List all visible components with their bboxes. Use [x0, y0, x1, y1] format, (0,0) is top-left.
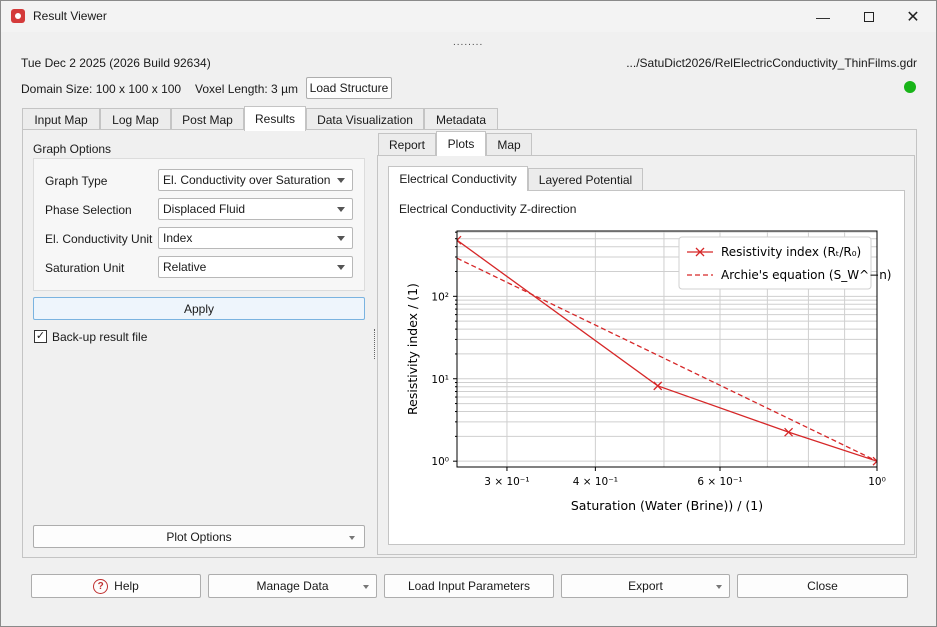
x-axis-label: Saturation (Water (Brine)) / (1) — [571, 498, 763, 513]
export-button[interactable]: Export — [561, 574, 730, 598]
tab-plots[interactable]: Plots — [436, 131, 486, 156]
backup-checkbox[interactable]: ✓ — [34, 330, 47, 343]
tab-metadata[interactable]: Metadata — [424, 108, 498, 130]
window-title: Result Viewer — [33, 9, 107, 23]
minimize-icon: — — [816, 8, 830, 25]
tab-map[interactable]: Map — [486, 133, 532, 155]
status-indicator — [904, 81, 916, 93]
tab-results[interactable]: Results — [244, 106, 306, 131]
x-tick-label: 6 × 10⁻¹ — [697, 476, 742, 488]
chevron-down-icon — [337, 207, 345, 212]
tab-data-visualization[interactable]: Data Visualization — [306, 108, 424, 130]
maximize-button[interactable] — [846, 1, 892, 32]
voxel-length: Voxel Length: 3 µm — [195, 82, 298, 96]
chevron-down-icon — [349, 536, 355, 540]
tab-electrical-conductivity[interactable]: Electrical Conductivity — [388, 166, 528, 191]
phase-selection-label: Phase Selection — [45, 203, 132, 217]
plot-options-label: Plot Options — [166, 529, 232, 544]
legend-label-1: Archie's equation (S_W^−n) — [721, 268, 891, 282]
load-input-parameters-button[interactable]: Load Input Parameters — [384, 574, 554, 598]
app-logo-icon — [11, 9, 25, 23]
x-tick-label: 10⁰ — [868, 476, 886, 488]
help-label: Help — [114, 579, 139, 593]
saturation-unit-select[interactable]: Relative — [158, 256, 353, 278]
help-icon: ? — [93, 578, 109, 594]
load-structure-button[interactable]: Load Structure — [306, 77, 392, 99]
y-axis-label: Resistivity index / (1) — [405, 283, 420, 415]
graph-type-value: El. Conductivity over Saturation — [163, 173, 331, 187]
export-label: Export — [628, 579, 663, 593]
file-path: .../SatuDict2026/RelElectricConductivity… — [626, 56, 917, 70]
chevron-down-icon — [337, 236, 345, 241]
tab-report[interactable]: Report — [378, 133, 436, 155]
drag-grip-icon[interactable]: ........ — [453, 37, 483, 48]
chevron-down-icon — [337, 178, 345, 183]
y-tick-label: 10¹ — [431, 374, 449, 386]
phase-selection-select[interactable]: Displaced Fluid — [158, 198, 353, 220]
manage-data-label: Manage Data — [256, 579, 329, 593]
domain-size: Domain Size: 100 x 100 x 100 — [21, 82, 182, 96]
chevron-down-icon — [337, 265, 345, 270]
manage-data-button[interactable]: Manage Data — [208, 574, 377, 598]
tab-log-map[interactable]: Log Map — [100, 108, 171, 130]
y-tick-label: 10⁰ — [431, 456, 449, 468]
close-icon: ✕ — [906, 8, 920, 26]
plot-options-button[interactable]: Plot Options — [33, 525, 365, 548]
apply-button[interactable]: Apply — [33, 297, 365, 320]
conductivity-unit-select[interactable]: Index — [158, 227, 353, 249]
tab-input-map[interactable]: Input Map — [22, 108, 100, 130]
tab-layered-potential[interactable]: Layered Potential — [528, 168, 643, 190]
phase-selection-value: Displaced Fluid — [163, 202, 246, 216]
x-tick-label: 3 × 10⁻¹ — [484, 476, 529, 488]
title-bar[interactable]: Result Viewer — ✕ — [1, 1, 936, 32]
saturation-unit-value: Relative — [163, 260, 207, 274]
minimize-button[interactable]: — — [800, 1, 846, 32]
graph-type-select[interactable]: El. Conductivity over Saturation — [158, 169, 353, 191]
legend-label-0: Resistivity index (Rₜ/R₀) — [721, 245, 861, 259]
close-window-button[interactable]: ✕ — [890, 1, 936, 32]
backup-label: Back-up result file — [52, 330, 148, 344]
tab-post-map[interactable]: Post Map — [171, 108, 244, 130]
build-info: Tue Dec 2 2025 (2026 Build 92634) — [21, 56, 211, 70]
conductivity-unit-label: El. Conductivity Unit — [45, 232, 153, 246]
y-tick-label: 10² — [431, 291, 449, 303]
result-viewer-window: Result Viewer — ✕ ........ Tue Dec 2 202… — [0, 0, 937, 627]
chevron-down-icon — [716, 585, 722, 589]
graph-type-label: Graph Type — [45, 174, 108, 188]
x-tick-label: 4 × 10⁻¹ — [573, 476, 618, 488]
saturation-unit-label: Saturation Unit — [45, 261, 125, 275]
resistivity-chart: 3 × 10⁻¹ 4 × 10⁻¹ 6 × 10⁻¹ 10⁰ 10⁰ 10¹ 10² Satu… — [405, 230, 891, 513]
chart-legend: Resistivity index (Rₜ/R₀) Archie's equati… — [678, 236, 891, 290]
chevron-down-icon — [363, 585, 369, 589]
help-button[interactable]: ? Help — [31, 574, 201, 598]
graph-options-title: Graph Options — [33, 142, 112, 156]
conductivity-unit-value: Index — [163, 231, 193, 245]
maximize-icon — [864, 11, 874, 22]
close-button[interactable]: Close — [737, 574, 908, 598]
